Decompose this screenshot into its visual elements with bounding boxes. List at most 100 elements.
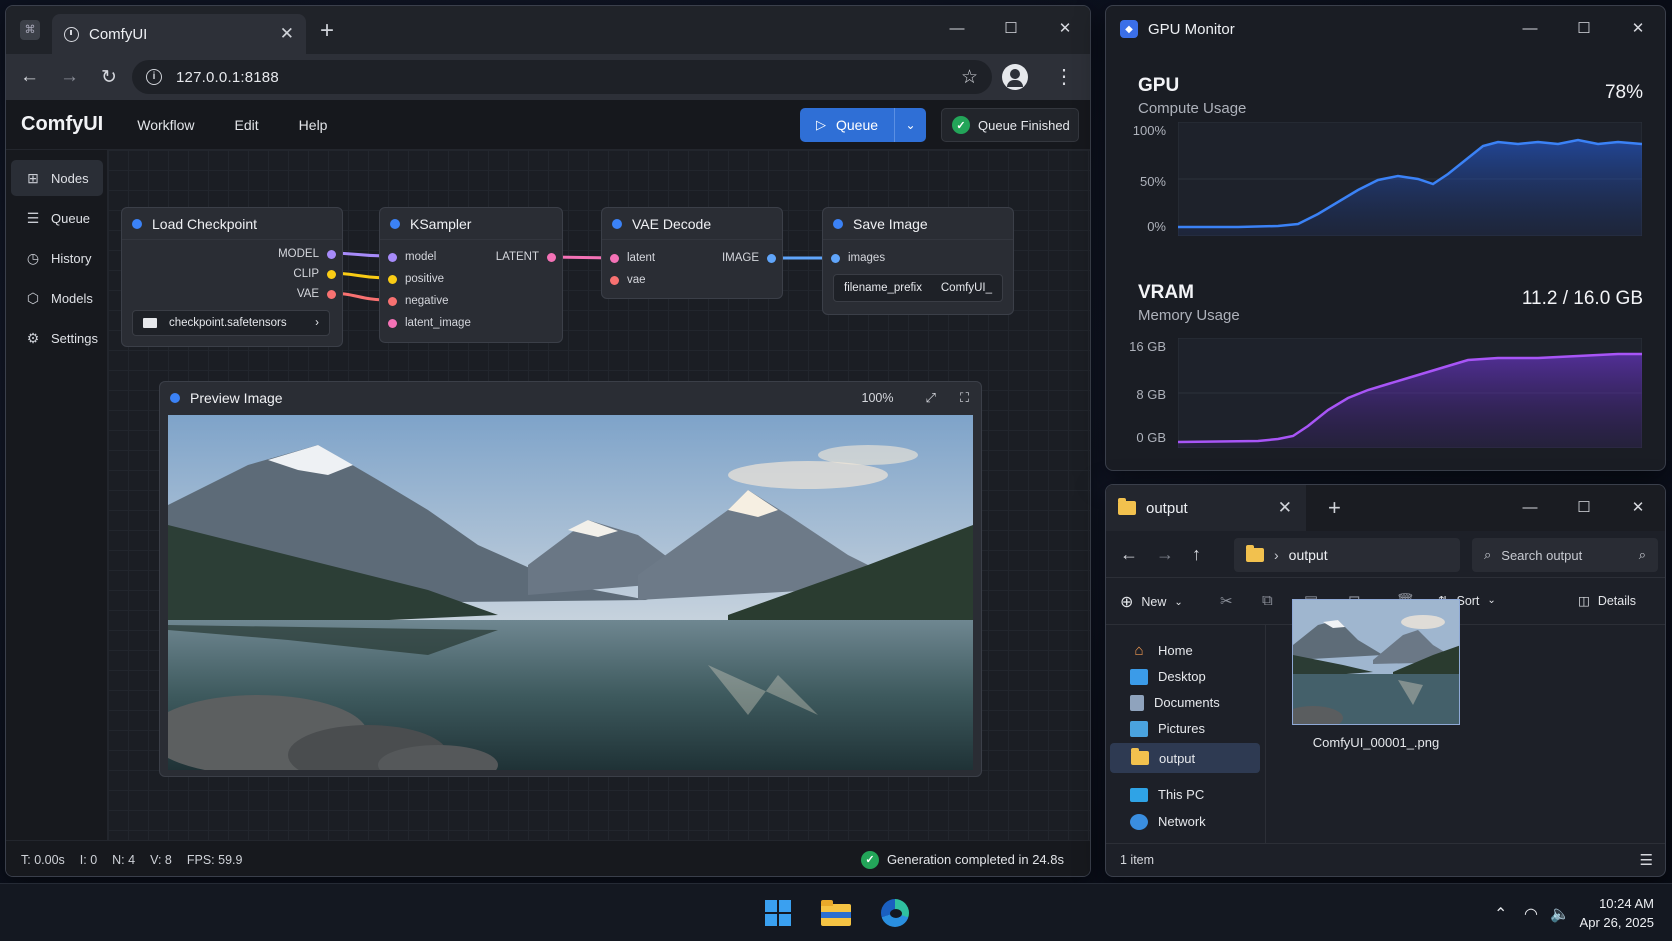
gpu-tick: 50% <box>1139 174 1166 189</box>
queue-icon: ☰ <box>26 209 40 226</box>
wifi-icon[interactable]: ◠ <box>1524 904 1538 924</box>
nav-item-desktop[interactable]: Desktop <box>1110 663 1260 690</box>
close-window-icon[interactable]: ✕ <box>1038 6 1090 50</box>
sidebar-item-models[interactable]: ⬡ Models <box>11 280 103 316</box>
back-icon[interactable]: ← <box>20 66 39 88</box>
sidebar-item-label: History <box>51 250 92 266</box>
tab-search-icon[interactable]: ⌘ <box>20 20 40 40</box>
output-image[interactable]: IMAGE <box>722 252 776 264</box>
back-icon[interactable]: ← <box>1120 544 1138 565</box>
nav-item-output[interactable]: output <box>1110 743 1260 773</box>
sidebar-item-nodes[interactable]: ⊞ Nodes <box>11 160 103 196</box>
forward-icon[interactable]: → <box>60 66 79 88</box>
close-tab-icon[interactable]: ✕ <box>280 24 294 44</box>
sidebar-item-settings[interactable]: ⚙ Settings <box>11 320 103 356</box>
filename-prefix-field[interactable]: filename_prefix ComfyUI_ <box>833 274 1003 302</box>
volume-icon[interactable]: 🔈 <box>1550 904 1570 924</box>
node-ksampler[interactable]: KSampler model positive negative latent_… <box>379 207 563 343</box>
input-positive[interactable]: positive <box>388 273 444 285</box>
ckpt-name: checkpoint.safetensors <box>169 317 287 329</box>
close-window-icon[interactable]: ✕ <box>1611 6 1665 50</box>
maximize-icon[interactable]: ☐ <box>1557 485 1611 529</box>
expand-icon[interactable]: ⤢ <box>925 390 935 406</box>
search-input[interactable]: ⌕ Search output ⌕ <box>1472 538 1658 572</box>
list-view-icon[interactable]: ☰ <box>1640 851 1653 869</box>
file-name[interactable]: ComfyUI_00001_.png <box>1282 735 1470 750</box>
omnibox[interactable]: i 127.0.0.1:8188 ☆ <box>132 60 992 94</box>
file-explorer-icon[interactable] <box>821 898 851 928</box>
bookmark-star-icon[interactable]: ☆ <box>961 66 978 89</box>
output-latent[interactable]: LATENT <box>496 251 556 263</box>
windows-start-icon[interactable] <box>763 898 793 928</box>
close-window-icon[interactable]: ✕ <box>1611 485 1665 529</box>
breadcrumb[interactable]: › output <box>1234 538 1460 572</box>
node-preview-image[interactable]: Preview Image 100% ⤢ ⛶ <box>159 381 982 777</box>
up-icon[interactable]: ↑ <box>1192 544 1201 565</box>
nav-item-home[interactable]: ⌂ Home <box>1110 637 1260 664</box>
queue-dropdown-icon[interactable]: ⌄ <box>894 108 926 142</box>
close-tab-icon[interactable]: ✕ <box>1278 498 1292 518</box>
explorer-tab[interactable]: output ✕ <box>1106 485 1306 531</box>
sidebar-item-queue[interactable]: ☰ Queue <box>11 200 103 236</box>
menu-edit[interactable]: Edit <box>235 117 259 133</box>
clock[interactable]: 10:24 AM Apr 26, 2025 <box>1580 894 1654 932</box>
nav-item-documents[interactable]: Documents <box>1110 689 1260 716</box>
nav-item-this-pc[interactable]: This PC <box>1110 781 1260 808</box>
minimize-icon[interactable]: — <box>930 6 984 50</box>
generation-status: ✓ Generation completed in 24.8s <box>860 850 1064 869</box>
menu-kebab-icon[interactable]: ⋮ <box>1054 64 1074 89</box>
file-thumbnail[interactable] <box>1292 599 1460 725</box>
tray-chevron-up-icon[interactable]: ⌃ <box>1494 904 1507 924</box>
input-vae[interactable]: vae <box>610 274 646 286</box>
copy-icon[interactable]: ⧉ <box>1262 592 1273 609</box>
output-vae[interactable]: VAE <box>297 288 336 300</box>
maximize-icon[interactable]: ☐ <box>1557 6 1611 50</box>
nav-item-pictures[interactable]: Pictures <box>1110 715 1260 742</box>
minimize-icon[interactable]: — <box>1503 485 1557 529</box>
folder-icon <box>1131 748 1149 765</box>
details-button[interactable]: ◫ Details <box>1578 593 1636 609</box>
node-vae-decode[interactable]: VAE Decode latent vae IMAGE <box>601 207 783 299</box>
input-negative[interactable]: negative <box>388 295 448 307</box>
window-controls: — ☐ ✕ <box>1503 485 1665 529</box>
browser-window: ⌘ ComfyUI ✕ + — ☐ ✕ ← → ↻ i 127.0.0.1:81… <box>5 5 1091 877</box>
output-clip[interactable]: CLIP <box>293 268 336 280</box>
menu-workflow[interactable]: Workflow <box>137 117 194 133</box>
browser-tab[interactable]: ComfyUI ✕ <box>52 14 306 54</box>
menu-help[interactable]: Help <box>299 117 328 133</box>
explorer-window: output ✕ + — ☐ ✕ ← → ↑ › output ⌕ Search… <box>1105 484 1666 877</box>
minimize-icon[interactable]: — <box>1503 6 1557 50</box>
new-tab-icon[interactable]: + <box>1328 495 1341 521</box>
folder-icon <box>1118 498 1136 515</box>
pictures-icon <box>1130 720 1148 737</box>
input-latent-image[interactable]: latent_image <box>388 317 471 329</box>
node-title: KSampler <box>410 215 472 232</box>
node-load-checkpoint[interactable]: Load Checkpoint MODEL CLIP VAE checkpoin… <box>121 207 343 347</box>
node-save-image[interactable]: Save Image images filename_prefix ComfyU… <box>822 207 1014 315</box>
reload-icon[interactable]: ↻ <box>100 66 118 89</box>
fullscreen-icon[interactable]: ⛶ <box>960 390 969 406</box>
node-title: Save Image <box>853 215 928 232</box>
nav-item-network[interactable]: Network <box>1110 808 1260 835</box>
forward-icon[interactable]: → <box>1156 544 1174 565</box>
node-canvas[interactable]: Load Checkpoint MODEL CLIP VAE checkpoin… <box>108 150 1090 840</box>
input-latent[interactable]: latent <box>610 252 655 264</box>
vram-value: 11.2 / 16.0 GB <box>1521 288 1643 309</box>
new-tab-icon[interactable]: + <box>320 17 334 45</box>
edge-browser-icon[interactable] <box>880 898 910 928</box>
history-icon: ◷ <box>26 249 40 266</box>
output-model[interactable]: MODEL <box>278 248 336 260</box>
search-placeholder: Search output <box>1501 547 1583 563</box>
maximize-icon[interactable]: ☐ <box>984 6 1038 50</box>
vram-tick: 0 GB <box>1136 430 1166 445</box>
site-info-icon[interactable]: i <box>146 69 162 85</box>
url-text[interactable]: 127.0.0.1:8188 <box>176 69 947 86</box>
ckpt-selector[interactable]: checkpoint.safetensors › <box>132 310 330 336</box>
new-button[interactable]: ⊕ New ⌄ <box>1120 592 1183 612</box>
queue-button[interactable]: ▷ Queue ⌄ <box>800 108 926 142</box>
input-images[interactable]: images <box>831 252 885 264</box>
cut-icon[interactable]: ✂ <box>1220 592 1233 610</box>
profile-icon[interactable] <box>1002 64 1028 90</box>
input-model[interactable]: model <box>388 251 436 263</box>
sidebar-item-history[interactable]: ◷ History <box>11 240 103 276</box>
